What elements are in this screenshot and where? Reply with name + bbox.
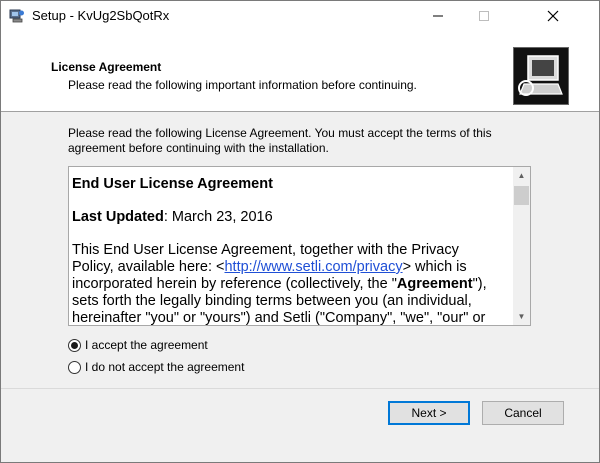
page-title: License Agreement — [51, 60, 162, 74]
license-textbox[interactable]: End User License Agreement Last Updated:… — [68, 166, 531, 326]
cancel-button[interactable]: Cancel — [482, 401, 564, 425]
decline-label[interactable]: I do not accept the agreement — [85, 360, 244, 374]
agreement-term: Agreement — [396, 276, 473, 292]
close-button[interactable] — [507, 1, 599, 31]
license-content: End User License Agreement Last Updated:… — [72, 176, 502, 325]
scrollbar-thumb[interactable] — [514, 186, 529, 205]
last-updated-label: Last Updated — [72, 209, 164, 225]
window-title: Setup - KvUg2SbQotRx — [32, 8, 170, 23]
close-icon — [547, 10, 559, 22]
scroll-down-arrow-icon[interactable]: ▼ — [513, 308, 530, 325]
license-paragraph: This End User License Agreement, togethe… — [72, 242, 502, 325]
computer-logo-icon — [513, 47, 569, 105]
wizard-header: License Agreement Please read the follow… — [1, 31, 599, 112]
accept-option[interactable]: I accept the agreement — [68, 338, 208, 352]
page-subtitle: Please read the following important info… — [68, 78, 417, 92]
divider — [1, 388, 599, 389]
maximize-icon — [479, 11, 489, 21]
intro-text: Please read the following License Agreem… — [68, 126, 492, 155]
privacy-link[interactable]: http://www.setli.com/privacy — [224, 259, 402, 275]
next-button[interactable]: Next > — [388, 401, 470, 425]
minimize-button[interactable] — [415, 1, 461, 31]
maximize-button[interactable] — [461, 1, 507, 31]
setup-window: Setup - KvUg2SbQotRx License Agreement P… — [0, 0, 600, 463]
last-updated-value: : March 23, 2016 — [163, 209, 273, 225]
license-scrollbar[interactable]: ▲ ▼ — [513, 167, 530, 325]
title-bar[interactable]: Setup - KvUg2SbQotRx — [1, 1, 599, 31]
scroll-up-arrow-icon[interactable]: ▲ — [513, 167, 530, 184]
decline-radio[interactable] — [68, 360, 81, 374]
license-heading: End User License Agreement — [72, 176, 273, 192]
setup-computer-icon — [9, 8, 25, 24]
accept-label[interactable]: I accept the agreement — [85, 338, 208, 352]
last-updated: Last Updated: March 23, 2016 — [72, 209, 502, 226]
accept-radio[interactable] — [68, 338, 81, 352]
minimize-icon — [433, 15, 443, 17]
decline-option[interactable]: I do not accept the agreement — [68, 360, 244, 374]
